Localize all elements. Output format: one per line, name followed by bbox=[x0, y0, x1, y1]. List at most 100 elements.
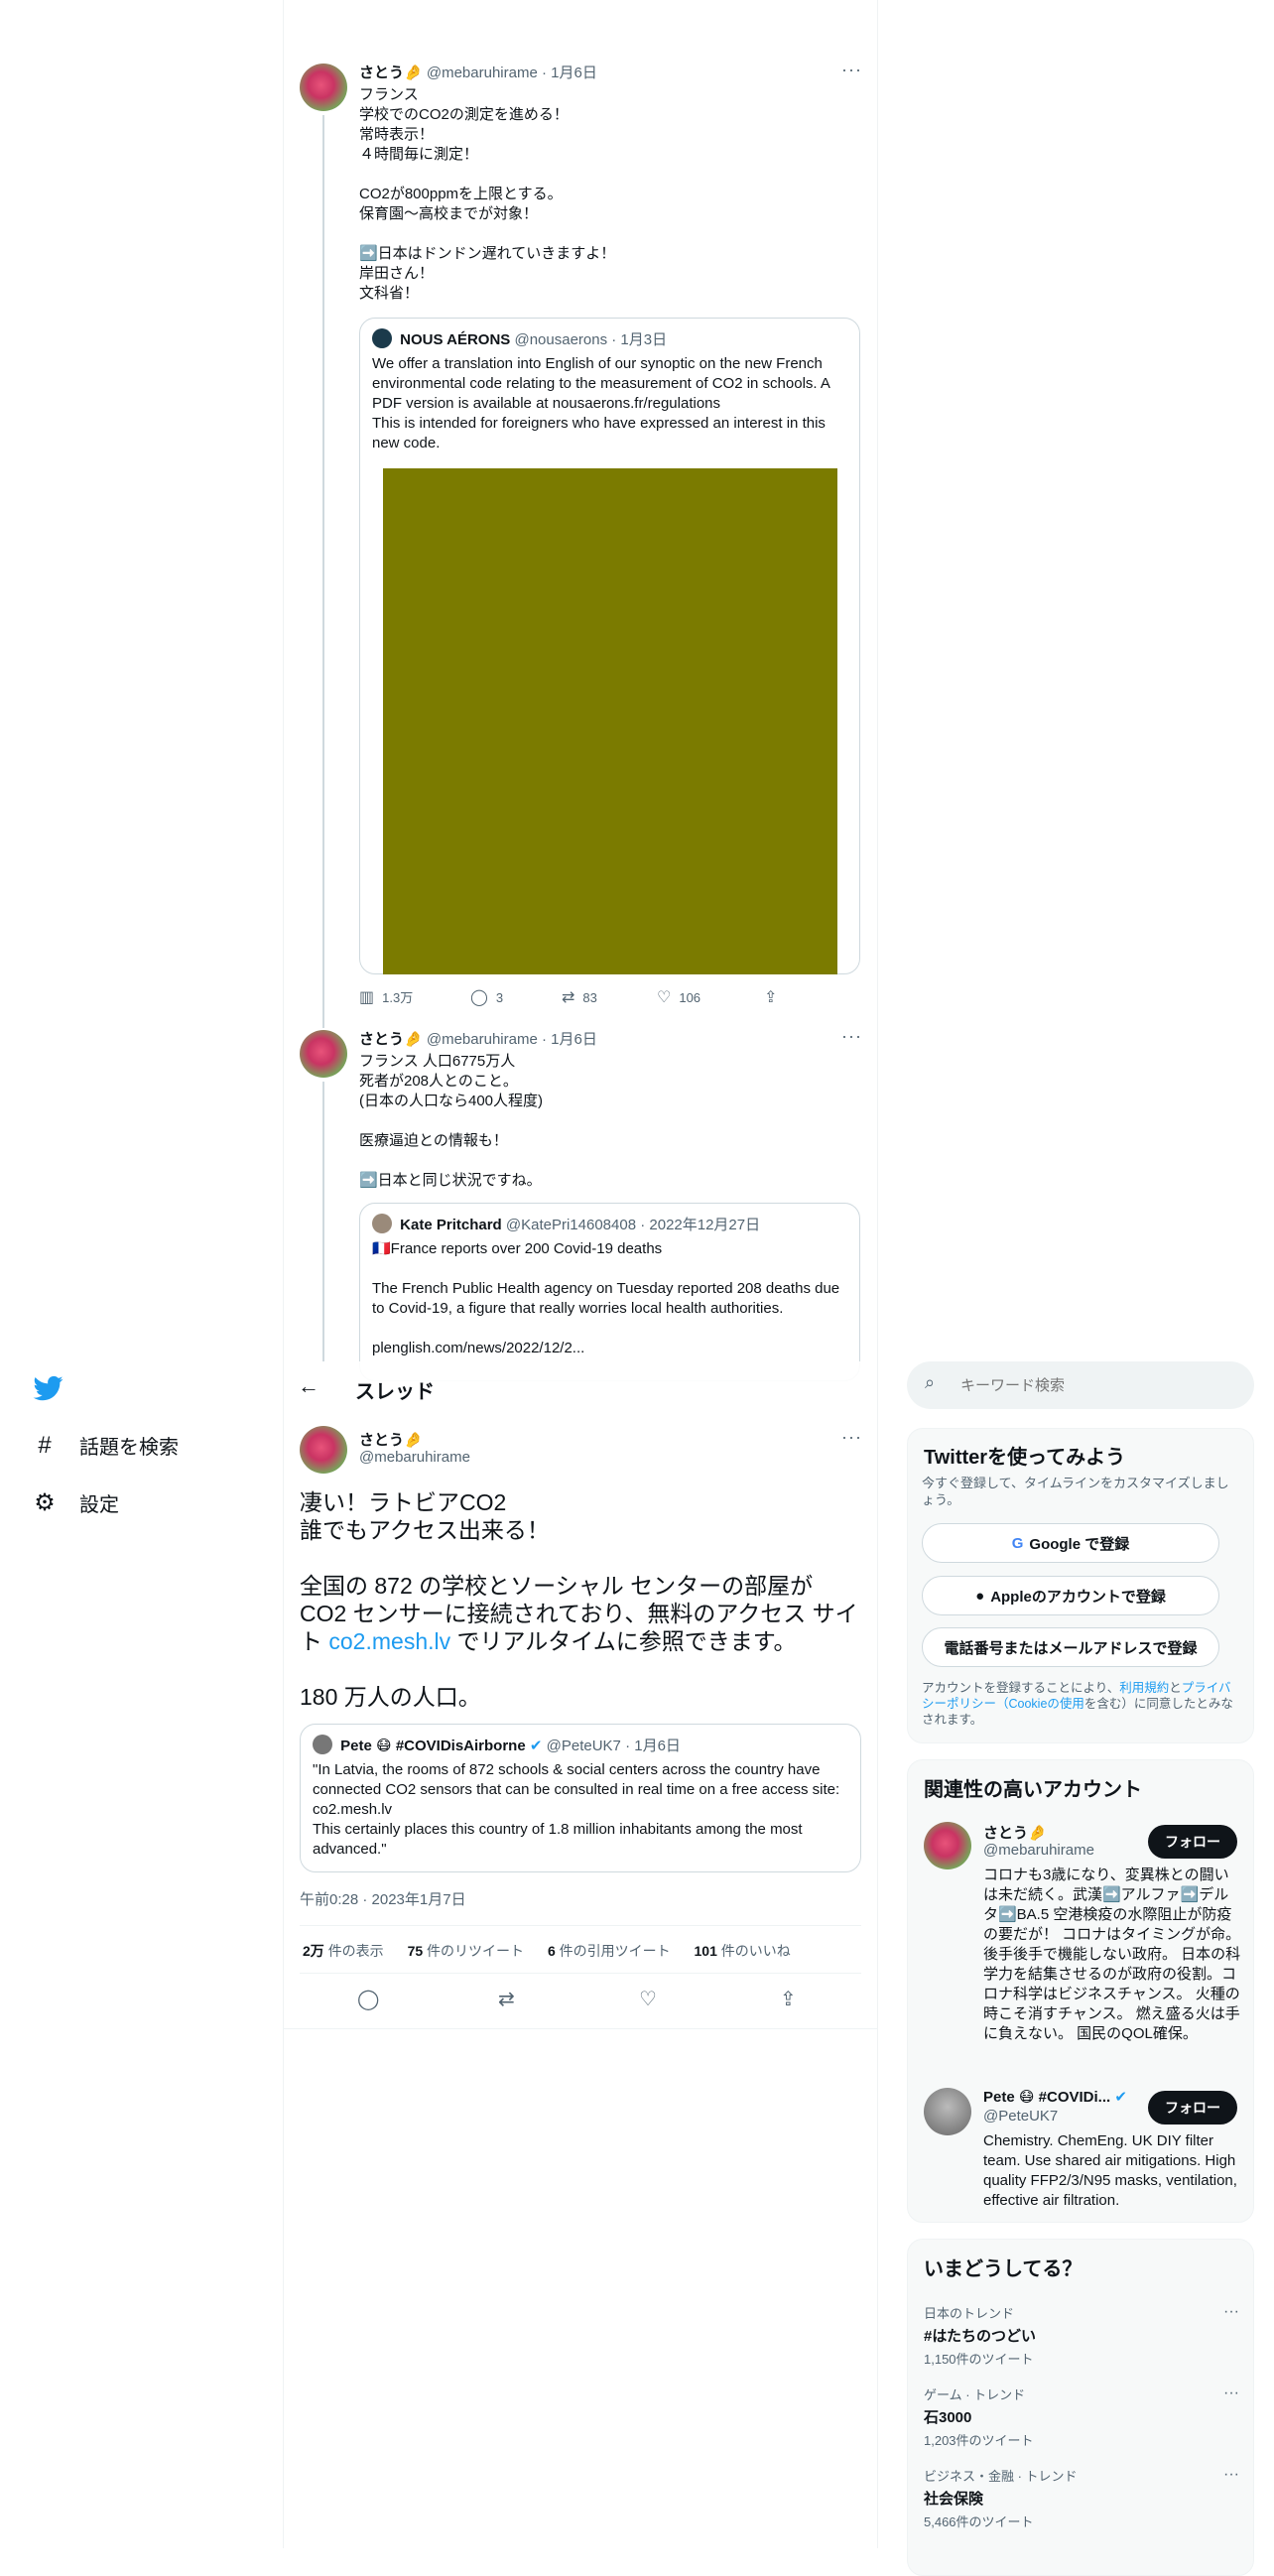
more-icon[interactable]: ··· bbox=[1223, 2384, 1239, 2402]
quoted-tweet[interactable]: Pete 😷 #COVIDisAirborne ✔ @PeteUK7 · 1月6… bbox=[300, 1724, 861, 1872]
quote-text: 🇫🇷France reports over 200 Covid-19 death… bbox=[372, 1240, 840, 1356]
tweet-text: フランス 学校でのCO2の測定を進める！ 常時表示！ ４時間毎に測定！ CO2が… bbox=[359, 86, 616, 302]
reply-icon: ◯ bbox=[470, 989, 488, 1006]
quote-date: · 1月3日 bbox=[611, 331, 668, 348]
avatar[interactable] bbox=[300, 1030, 347, 1078]
retweets-stat[interactable]: 75 件のリツイート bbox=[408, 1943, 524, 1959]
reply-button[interactable]: ◯ 3 bbox=[470, 987, 503, 1007]
apple-signup-button[interactable]: ● Appleのアカウントで登録 bbox=[922, 1576, 1219, 1615]
account-name-text: Pete 😷 #COVIDi... bbox=[983, 2089, 1111, 2106]
divider bbox=[284, 2028, 877, 2029]
heart-icon[interactable]: ♡ bbox=[639, 1987, 657, 2011]
google-signup-button[interactable]: G Google で登録 bbox=[922, 1523, 1219, 1563]
stat-label: 件の引用ツイート bbox=[559, 1943, 671, 1959]
hashtag-icon: # bbox=[38, 1431, 52, 1459]
follow-button[interactable]: フォロー bbox=[1148, 1825, 1237, 1859]
like-button[interactable]: ♡ 106 bbox=[657, 987, 701, 1007]
thread-connector bbox=[322, 1082, 324, 1361]
twitter-logo-icon[interactable] bbox=[32, 1373, 65, 1403]
account-name[interactable]: さとう🤌 bbox=[983, 1822, 1047, 1843]
account-name[interactable]: Pete 😷 #COVIDi... ✔ bbox=[983, 2088, 1127, 2106]
trend-category: ゲーム · トレンド bbox=[924, 2387, 1026, 2402]
trend-category: ビジネス・金融 · トレンド bbox=[924, 2469, 1078, 2484]
tweet-timestamp[interactable]: 午前0:28 · 2023年1月7日 bbox=[300, 1888, 466, 1909]
avatar bbox=[372, 328, 392, 348]
google-signup-label: Google で登録 bbox=[1029, 1535, 1130, 1553]
more-icon[interactable]: ··· bbox=[1223, 2303, 1239, 2321]
quotes-stat[interactable]: 6 件の引用ツイート bbox=[548, 1943, 671, 1959]
quote-author-name: NOUS AÉRONS bbox=[400, 331, 511, 348]
follow-button[interactable]: フォロー bbox=[1148, 2091, 1237, 2125]
nav-settings-label: 設定 bbox=[79, 1494, 119, 1516]
retweet-icon: ⇄ bbox=[562, 989, 575, 1006]
author-name[interactable]: さとう🤌 bbox=[359, 64, 423, 81]
avatar[interactable] bbox=[300, 1426, 347, 1474]
nav-explore-label: 話題を検索 bbox=[79, 1437, 179, 1459]
tweet-actions: ▥ 1.3万 ◯ 3 ⇄ 83 ♡ 106 ⇪ bbox=[359, 987, 777, 1007]
author-name[interactable]: さとう🤌 bbox=[359, 1031, 423, 1048]
tweet-text: フランス 人口6775万人 死者が208人とのこと。 (日本の人口なら400人程… bbox=[359, 1053, 544, 1189]
terms-link[interactable]: 利用規約 bbox=[1119, 1681, 1169, 1695]
avatar[interactable] bbox=[924, 2088, 971, 2135]
account-handle[interactable]: @PeteUK7 bbox=[983, 2108, 1058, 2125]
tweet-date[interactable]: · 1月6日 bbox=[542, 1031, 597, 1048]
views-stat: 2万 件の表示 bbox=[303, 1943, 384, 1959]
main-column-border bbox=[877, 0, 878, 2548]
more-icon[interactable]: ··· bbox=[841, 1026, 862, 1047]
signup-title: Twitterを使ってみよう bbox=[924, 1447, 1126, 1469]
search-input[interactable] bbox=[960, 1373, 1238, 1397]
divider bbox=[300, 1925, 861, 1926]
tweet-date[interactable]: · 1月6日 bbox=[542, 64, 597, 81]
stat-value: 6 bbox=[547, 1943, 556, 1959]
quoted-tweet[interactable]: NOUS AÉRONS @nousaerons · 1月3日 We offer … bbox=[359, 318, 860, 974]
back-arrow-icon[interactable]: ← bbox=[298, 1373, 319, 1399]
nav-settings[interactable]: ⚙ 設定 bbox=[30, 1488, 119, 1517]
trend-item[interactable]: 日本のトレンド #はたちのつどい 1,150件のツイート ··· bbox=[924, 2303, 1239, 2368]
quote-date: · 2022年12月27日 bbox=[640, 1217, 761, 1233]
like-count: 106 bbox=[679, 990, 701, 1005]
account-handle[interactable]: @mebaruhirame bbox=[983, 1842, 1094, 1859]
chart-icon: ▥ bbox=[359, 989, 375, 1006]
legal-text: アカウントを登録することにより、 bbox=[922, 1681, 1120, 1695]
author-handle[interactable]: @mebaruhirame bbox=[359, 1449, 470, 1466]
author-handle[interactable]: @mebaruhirame bbox=[427, 64, 538, 81]
reply-icon[interactable]: ◯ bbox=[357, 1987, 379, 2011]
more-icon[interactable]: ··· bbox=[1223, 2466, 1239, 2484]
quote-author-handle: @KatePri14608408 bbox=[505, 1217, 637, 1233]
views-button[interactable]: ▥ 1.3万 bbox=[359, 987, 413, 1007]
more-icon[interactable]: ··· bbox=[841, 1427, 862, 1448]
verified-badge-icon: ✔ bbox=[529, 1738, 543, 1754]
quote-date: · 1月6日 bbox=[625, 1738, 681, 1754]
quote-image[interactable] bbox=[383, 468, 837, 974]
quote-author-handle: @PeteUK7 bbox=[546, 1738, 621, 1754]
trend-item[interactable]: ビジネス・金融 · トレンド 社会保険 5,466件のツイート ··· bbox=[924, 2466, 1239, 2530]
related-accounts-card: 関連性の高いアカウント さとう🤌 @mebaruhirame フォロー コロナも… bbox=[907, 1759, 1254, 2223]
avatar[interactable] bbox=[924, 1822, 971, 1869]
tweet-header: さとう🤌 @mebaruhirame · 1月6日 bbox=[359, 64, 597, 83]
quote-text: "In Latvia, the rooms of 872 schools & s… bbox=[313, 1761, 840, 1858]
nav-explore[interactable]: # 話題を検索 bbox=[30, 1431, 179, 1460]
avatar bbox=[313, 1735, 332, 1754]
share-icon[interactable]: ⇪ bbox=[780, 1987, 797, 2011]
page-title: スレッド bbox=[355, 1381, 435, 1403]
gear-icon: ⚙ bbox=[34, 1489, 56, 1516]
account-bio: コロナも3歳になり、変異株との闘いは未だ続く。武漢➡️アルファ➡️デルタ➡️BA… bbox=[983, 1867, 1241, 2042]
thread-header: ← スレッド bbox=[284, 1361, 877, 1414]
quoted-tweet[interactable]: Kate Pritchard @KatePri14608408 · 2022年1… bbox=[359, 1203, 860, 1381]
search-bar[interactable]: ⌕ bbox=[907, 1361, 1254, 1409]
tweet-link[interactable]: co2.mesh.lv bbox=[328, 1628, 450, 1654]
author-handle[interactable]: @mebaruhirame bbox=[427, 1031, 538, 1048]
author-name[interactable]: さとう🤌 bbox=[359, 1429, 423, 1450]
likes-stat[interactable]: 101 件のいいね bbox=[695, 1943, 791, 1959]
more-icon[interactable]: ··· bbox=[841, 60, 862, 80]
trend-title: #はたちのつどい bbox=[924, 2328, 1037, 2345]
stat-value: 2万 bbox=[303, 1943, 324, 1959]
avatar[interactable] bbox=[300, 64, 347, 111]
share-button[interactable]: ⇪ bbox=[764, 987, 785, 1007]
retweet-count: 83 bbox=[582, 990, 597, 1005]
retweet-button[interactable]: ⇄ 83 bbox=[562, 987, 597, 1007]
apple-icon: ● bbox=[975, 1587, 985, 1605]
trend-item[interactable]: ゲーム · トレンド 石3000 1,203件のツイート ··· bbox=[924, 2384, 1239, 2449]
phone-email-signup-button[interactable]: 電話番号またはメールアドレスで登録 bbox=[922, 1627, 1219, 1667]
retweet-icon[interactable]: ⇄ bbox=[498, 1987, 515, 2011]
